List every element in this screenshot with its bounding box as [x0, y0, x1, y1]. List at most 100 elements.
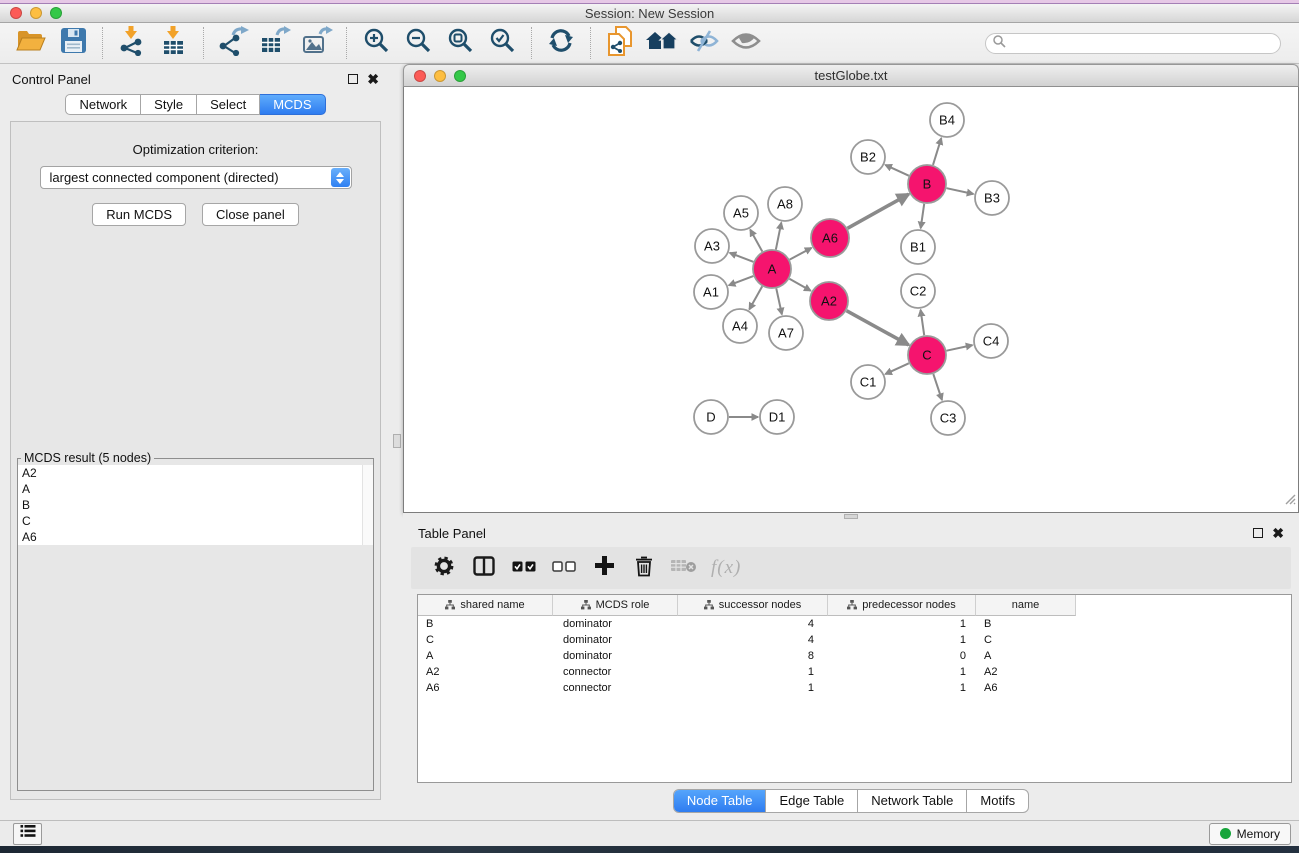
- graph-edge: [847, 311, 909, 345]
- add-column-button[interactable]: [591, 553, 617, 583]
- tab-motifs[interactable]: Motifs: [967, 790, 1028, 812]
- hide-graphics-button[interactable]: [683, 25, 725, 61]
- search-field[interactable]: [985, 33, 1281, 54]
- tab-mcds[interactable]: MCDS: [260, 94, 325, 115]
- task-history-button[interactable]: [13, 823, 42, 845]
- close-panel-button[interactable]: Close panel: [202, 203, 299, 226]
- graph-node-label: C1: [860, 375, 877, 390]
- table-row[interactable]: Cdominator41C: [418, 632, 1291, 648]
- delete-table-button[interactable]: [671, 553, 697, 583]
- select-stepper-icon: [331, 168, 350, 187]
- column-header-predecessor-nodes[interactable]: predecessor nodes: [828, 595, 976, 616]
- horizontal-splitter[interactable]: [403, 513, 1299, 520]
- save-session-button[interactable]: [52, 25, 94, 61]
- network-canvas[interactable]: B4B2BB3A8A5A6A3B1AA1C2A2A4A7C4CC1DD1C3: [403, 87, 1299, 513]
- graph-node-label: C2: [910, 284, 927, 299]
- search-input[interactable]: [1006, 35, 1280, 52]
- resize-grip-icon[interactable]: [1284, 492, 1296, 510]
- table-tabs: Node Table Edge Table Network Table Moti…: [403, 789, 1299, 813]
- panel-layout-button[interactable]: [471, 553, 497, 583]
- export-image-button[interactable]: [296, 25, 338, 61]
- table-toolbar: f(x): [411, 547, 1291, 589]
- table-row[interactable]: A6connector11A6: [418, 680, 1291, 696]
- zoom-window-button[interactable]: [50, 7, 62, 19]
- close-panel-icon[interactable]: ✖: [367, 74, 379, 84]
- zoom-network-button[interactable]: [454, 70, 466, 82]
- deselect-all-columns-button[interactable]: [551, 553, 577, 583]
- table-row[interactable]: Bdominator41B: [418, 616, 1291, 632]
- zoom-selected-button[interactable]: [481, 25, 523, 61]
- zoom-out-button[interactable]: [397, 25, 439, 61]
- mcds-result-item[interactable]: C: [18, 513, 373, 529]
- import-network-button[interactable]: [111, 25, 153, 61]
- minimize-window-button[interactable]: [30, 7, 42, 19]
- zoom-in-button[interactable]: [355, 25, 397, 61]
- table-row[interactable]: Adominator80A: [418, 648, 1291, 664]
- tab-network[interactable]: Network: [65, 94, 141, 115]
- float-panel-icon[interactable]: [348, 74, 358, 84]
- table-cell: B: [976, 618, 1076, 630]
- refresh-button[interactable]: [540, 25, 582, 61]
- memory-button[interactable]: Memory: [1209, 823, 1291, 845]
- function-builder-button[interactable]: f(x): [711, 553, 741, 583]
- close-network-button[interactable]: [414, 70, 426, 82]
- column-header-shared-name[interactable]: shared name: [418, 595, 553, 616]
- close-window-button[interactable]: [10, 7, 22, 19]
- open-session-button[interactable]: [10, 25, 52, 61]
- zoom-selected-icon: [489, 27, 516, 59]
- column-header-name[interactable]: name: [976, 595, 1076, 616]
- graph-edge: [789, 279, 810, 291]
- mcds-result-item[interactable]: A2: [18, 465, 373, 481]
- vertical-splitter[interactable]: [391, 64, 403, 820]
- column-type-icon: [847, 600, 857, 610]
- table-cell: B: [418, 618, 553, 630]
- column-header-mcds-role[interactable]: MCDS role: [553, 595, 678, 616]
- graph-edge: [749, 286, 762, 309]
- memory-status-icon: [1220, 828, 1231, 839]
- graph-edge: [790, 248, 812, 260]
- table-row[interactable]: A2connector11A2: [418, 664, 1291, 680]
- home-button[interactable]: [641, 25, 683, 61]
- float-panel-icon[interactable]: [1253, 528, 1263, 538]
- table-cell: 1: [678, 666, 828, 678]
- tab-edge-table[interactable]: Edge Table: [766, 790, 858, 812]
- tab-select[interactable]: Select: [197, 94, 260, 115]
- plus-icon: [595, 556, 614, 580]
- select-all-columns-button[interactable]: [511, 553, 537, 583]
- tab-network-table[interactable]: Network Table: [858, 790, 967, 812]
- tab-style[interactable]: Style: [141, 94, 197, 115]
- zoom-fit-button[interactable]: [439, 25, 481, 61]
- column-settings-button[interactable]: [431, 553, 457, 583]
- mcds-result-item[interactable]: A: [18, 481, 373, 497]
- close-panel-icon[interactable]: ✖: [1272, 528, 1284, 538]
- tab-node-table[interactable]: Node Table: [674, 790, 767, 812]
- criterion-select[interactable]: largest connected component (directed): [40, 166, 352, 189]
- status-bar: Memory: [0, 820, 1299, 846]
- export-table-button[interactable]: [254, 25, 296, 61]
- network-window-titlebar[interactable]: testGlobe.txt: [403, 64, 1299, 87]
- graph-node-label: A6: [822, 231, 838, 246]
- window-title: Session: New Session: [0, 6, 1299, 21]
- show-graphics-details-button[interactable]: [725, 25, 767, 61]
- delete-column-button[interactable]: [631, 553, 657, 583]
- scrollbar[interactable]: [362, 465, 373, 545]
- column-header-successor-nodes[interactable]: successor nodes: [678, 595, 828, 616]
- import-table-button[interactable]: [153, 25, 195, 61]
- run-mcds-button[interactable]: Run MCDS: [92, 203, 186, 226]
- toolbar-separator: [590, 27, 591, 59]
- minimize-network-button[interactable]: [434, 70, 446, 82]
- splitter-handle[interactable]: [393, 434, 401, 448]
- graph-node-label: A1: [703, 285, 719, 300]
- table-cell: 1: [828, 618, 976, 630]
- gray-eye-icon: [731, 30, 761, 57]
- graph-edge: [729, 276, 754, 285]
- mcds-result-item[interactable]: B: [18, 497, 373, 513]
- toolbar-separator: [531, 27, 532, 59]
- table-cell: 8: [678, 650, 828, 662]
- mcds-result-item[interactable]: A6: [18, 529, 373, 545]
- copy-network-view-button[interactable]: [599, 25, 641, 61]
- copy-network-icon: [606, 25, 634, 62]
- splitter-handle[interactable]: [844, 514, 858, 519]
- export-network-button[interactable]: [212, 25, 254, 61]
- graph-edge: [885, 363, 909, 374]
